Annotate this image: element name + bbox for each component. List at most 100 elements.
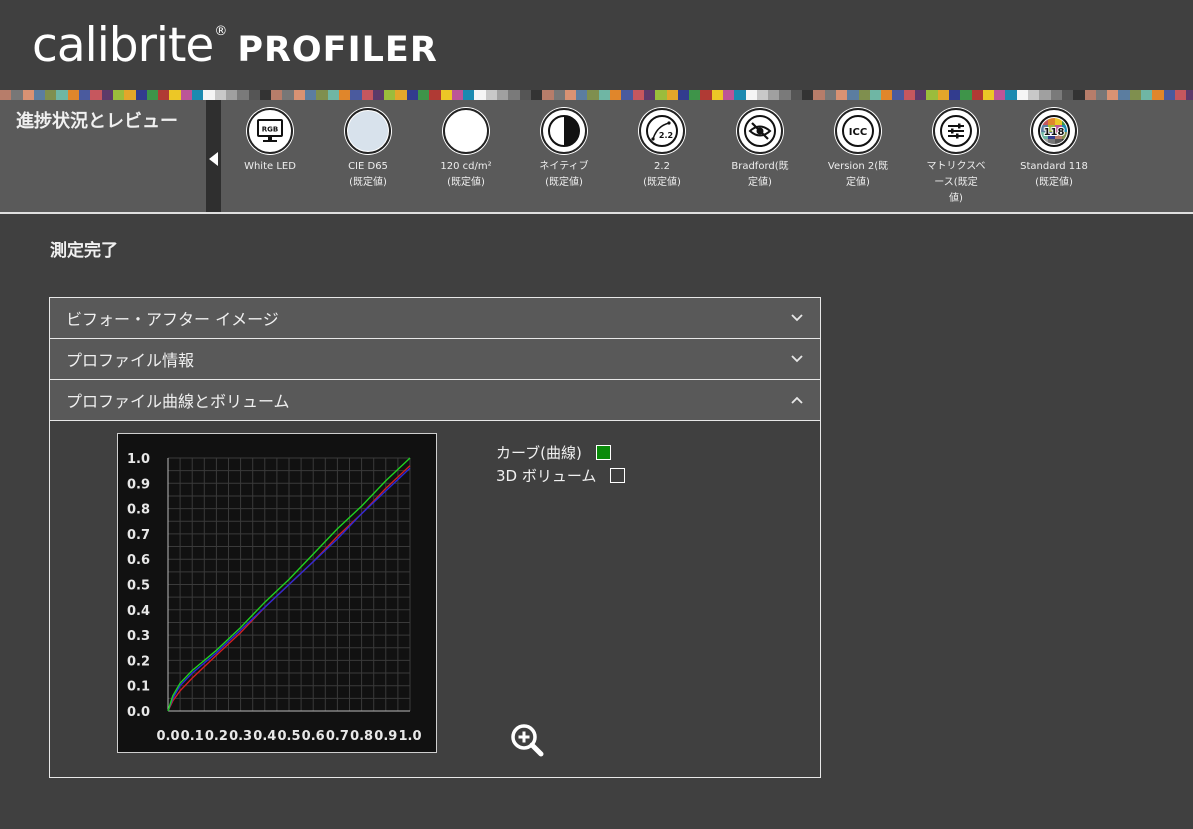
color-swatch xyxy=(497,90,509,100)
logo-registered-mark: ® xyxy=(214,24,228,39)
step-gamma[interactable]: 2.2 2.2 (既定値) xyxy=(613,108,711,191)
step-label: 2.2 (既定値) xyxy=(643,161,681,188)
color-swatch xyxy=(271,90,283,100)
y-tick-label: 0.4 xyxy=(127,604,150,619)
color-swatch xyxy=(926,90,938,100)
collapse-panel-button[interactable] xyxy=(206,100,221,212)
step-label: Bradford(既 定値) xyxy=(731,161,789,188)
color-swatch xyxy=(689,90,701,100)
color-swatch xyxy=(553,90,565,100)
chart-legend: カーブ(曲線) 3D ボリューム xyxy=(496,441,626,487)
step-white-point[interactable]: CIE D65 (既定値) xyxy=(319,108,417,191)
color-swatch xyxy=(915,90,927,100)
color-swatch xyxy=(745,90,757,100)
x-tick-label: 0.2 xyxy=(205,729,228,744)
color-swatch xyxy=(124,90,136,100)
zoom-in-button[interactable] xyxy=(510,723,544,757)
y-tick-label: 0.7 xyxy=(127,528,150,543)
chevron-up-icon xyxy=(790,393,804,407)
step-label: Standard 118 (既定値) xyxy=(1020,161,1088,188)
color-swatch xyxy=(892,90,904,100)
step-icc-version[interactable]: ICC Version 2(既 定値) xyxy=(809,108,907,191)
color-swatch xyxy=(451,90,464,100)
color-swatch xyxy=(56,90,68,100)
accordion-before-after[interactable]: ビフォー・アフター イメージ xyxy=(50,298,820,339)
color-swatch xyxy=(440,90,452,100)
color-swatch xyxy=(1039,90,1051,100)
header-divider xyxy=(0,212,1193,214)
color-swatch xyxy=(395,90,407,100)
color-swatch xyxy=(903,90,916,100)
color-swatch xyxy=(1095,90,1108,100)
color-swatch xyxy=(350,90,362,100)
x-tick-label: 0.6 xyxy=(302,729,325,744)
step-profile-type[interactable]: マトリクスベ ース(既定 値) xyxy=(907,108,1005,207)
color-swatch xyxy=(937,90,949,100)
color-swatch xyxy=(655,90,667,100)
accordion-profile-curves[interactable]: プロファイル曲線とボリューム xyxy=(50,380,820,421)
color-swatch xyxy=(643,90,656,100)
color-swatch xyxy=(237,90,249,100)
color-swatch xyxy=(293,90,306,100)
color-swatch xyxy=(372,90,385,100)
color-swatch xyxy=(677,90,690,100)
color-swatch xyxy=(847,90,859,100)
legend-volume-row[interactable]: 3D ボリューム xyxy=(496,464,626,487)
eye-adaptation-icon xyxy=(737,108,783,154)
color-swatch xyxy=(214,90,226,100)
color-swatch xyxy=(327,90,339,100)
color-swatch xyxy=(960,90,972,100)
icc-text: ICC xyxy=(849,127,867,138)
app-window: calibrite ® PROFILER 進捗状況とレビュー RGB White… xyxy=(0,0,1193,829)
color-swatch xyxy=(45,90,57,100)
patch-set-icon: 118 xyxy=(1031,108,1077,154)
x-tick-label: 0.9 xyxy=(374,729,397,744)
step-luminance[interactable]: 120 cd/m² (既定値) xyxy=(417,108,515,191)
progress-review-bar: 進捗状況とレビュー RGB White LED CIE D65 (既定値) 12… xyxy=(0,100,1193,212)
accordion-profile-info[interactable]: プロファイル情報 xyxy=(50,339,820,380)
color-swatch xyxy=(813,90,825,100)
y-tick-label: 0.1 xyxy=(127,680,150,695)
curve-checkbox[interactable] xyxy=(595,445,611,460)
step-label: 120 cd/m² (既定値) xyxy=(440,161,492,188)
step-chromatic-adaptation[interactable]: Bradford(既 定値) xyxy=(711,108,809,191)
color-swatch xyxy=(530,90,543,100)
step-patch-set[interactable]: 118 Standard 118 (既定値) xyxy=(1005,108,1103,191)
color-swatch xyxy=(417,90,430,100)
color-swatch xyxy=(1163,90,1175,100)
color-swatch xyxy=(180,90,193,100)
gamma-curve-icon: 2.2 xyxy=(639,108,685,154)
x-tick-label: 0.5 xyxy=(277,729,300,744)
color-swatch xyxy=(90,90,102,100)
color-swatch xyxy=(361,90,373,100)
results-accordion: ビフォー・アフター イメージ プロファイル情報 プロファイル曲線とボリューム 0… xyxy=(49,297,821,778)
color-swatch xyxy=(779,90,791,100)
color-swatch xyxy=(621,90,633,100)
color-swatch xyxy=(1050,90,1062,100)
color-swatch xyxy=(1084,90,1096,100)
color-swatch xyxy=(158,90,170,100)
step-contrast[interactable]: ネイティブ (既定値) xyxy=(515,108,613,191)
legend-curve-row[interactable]: カーブ(曲線) xyxy=(496,441,625,464)
x-tick-label: 1.0 xyxy=(398,729,421,744)
step-display-type[interactable]: RGB White LED xyxy=(221,108,319,175)
color-swatch xyxy=(1152,90,1164,100)
color-swatch xyxy=(711,90,723,100)
color-swatch xyxy=(971,90,983,100)
color-swatch xyxy=(1073,90,1085,100)
color-swatch xyxy=(1118,90,1130,100)
color-swatch xyxy=(203,90,215,100)
color-swatch xyxy=(259,90,272,100)
rgb-text: RGB xyxy=(262,126,278,134)
volume-checkbox[interactable] xyxy=(610,468,626,483)
chevron-down-icon xyxy=(790,311,804,325)
color-swatch xyxy=(756,90,769,100)
zoom-in-icon xyxy=(511,724,544,757)
y-tick-label: 0.9 xyxy=(127,477,150,492)
color-swatch xyxy=(790,90,803,100)
step-label: マトリクスベ ース(既定 値) xyxy=(926,161,986,204)
chevron-down-icon xyxy=(790,352,804,366)
y-tick-label: 0.3 xyxy=(127,629,150,644)
curve-chart-svg: 0.00.10.20.30.40.50.60.70.80.91.00.0 0.1 0… xyxy=(127,452,422,744)
y-tick-label: 0.0 xyxy=(127,705,150,720)
